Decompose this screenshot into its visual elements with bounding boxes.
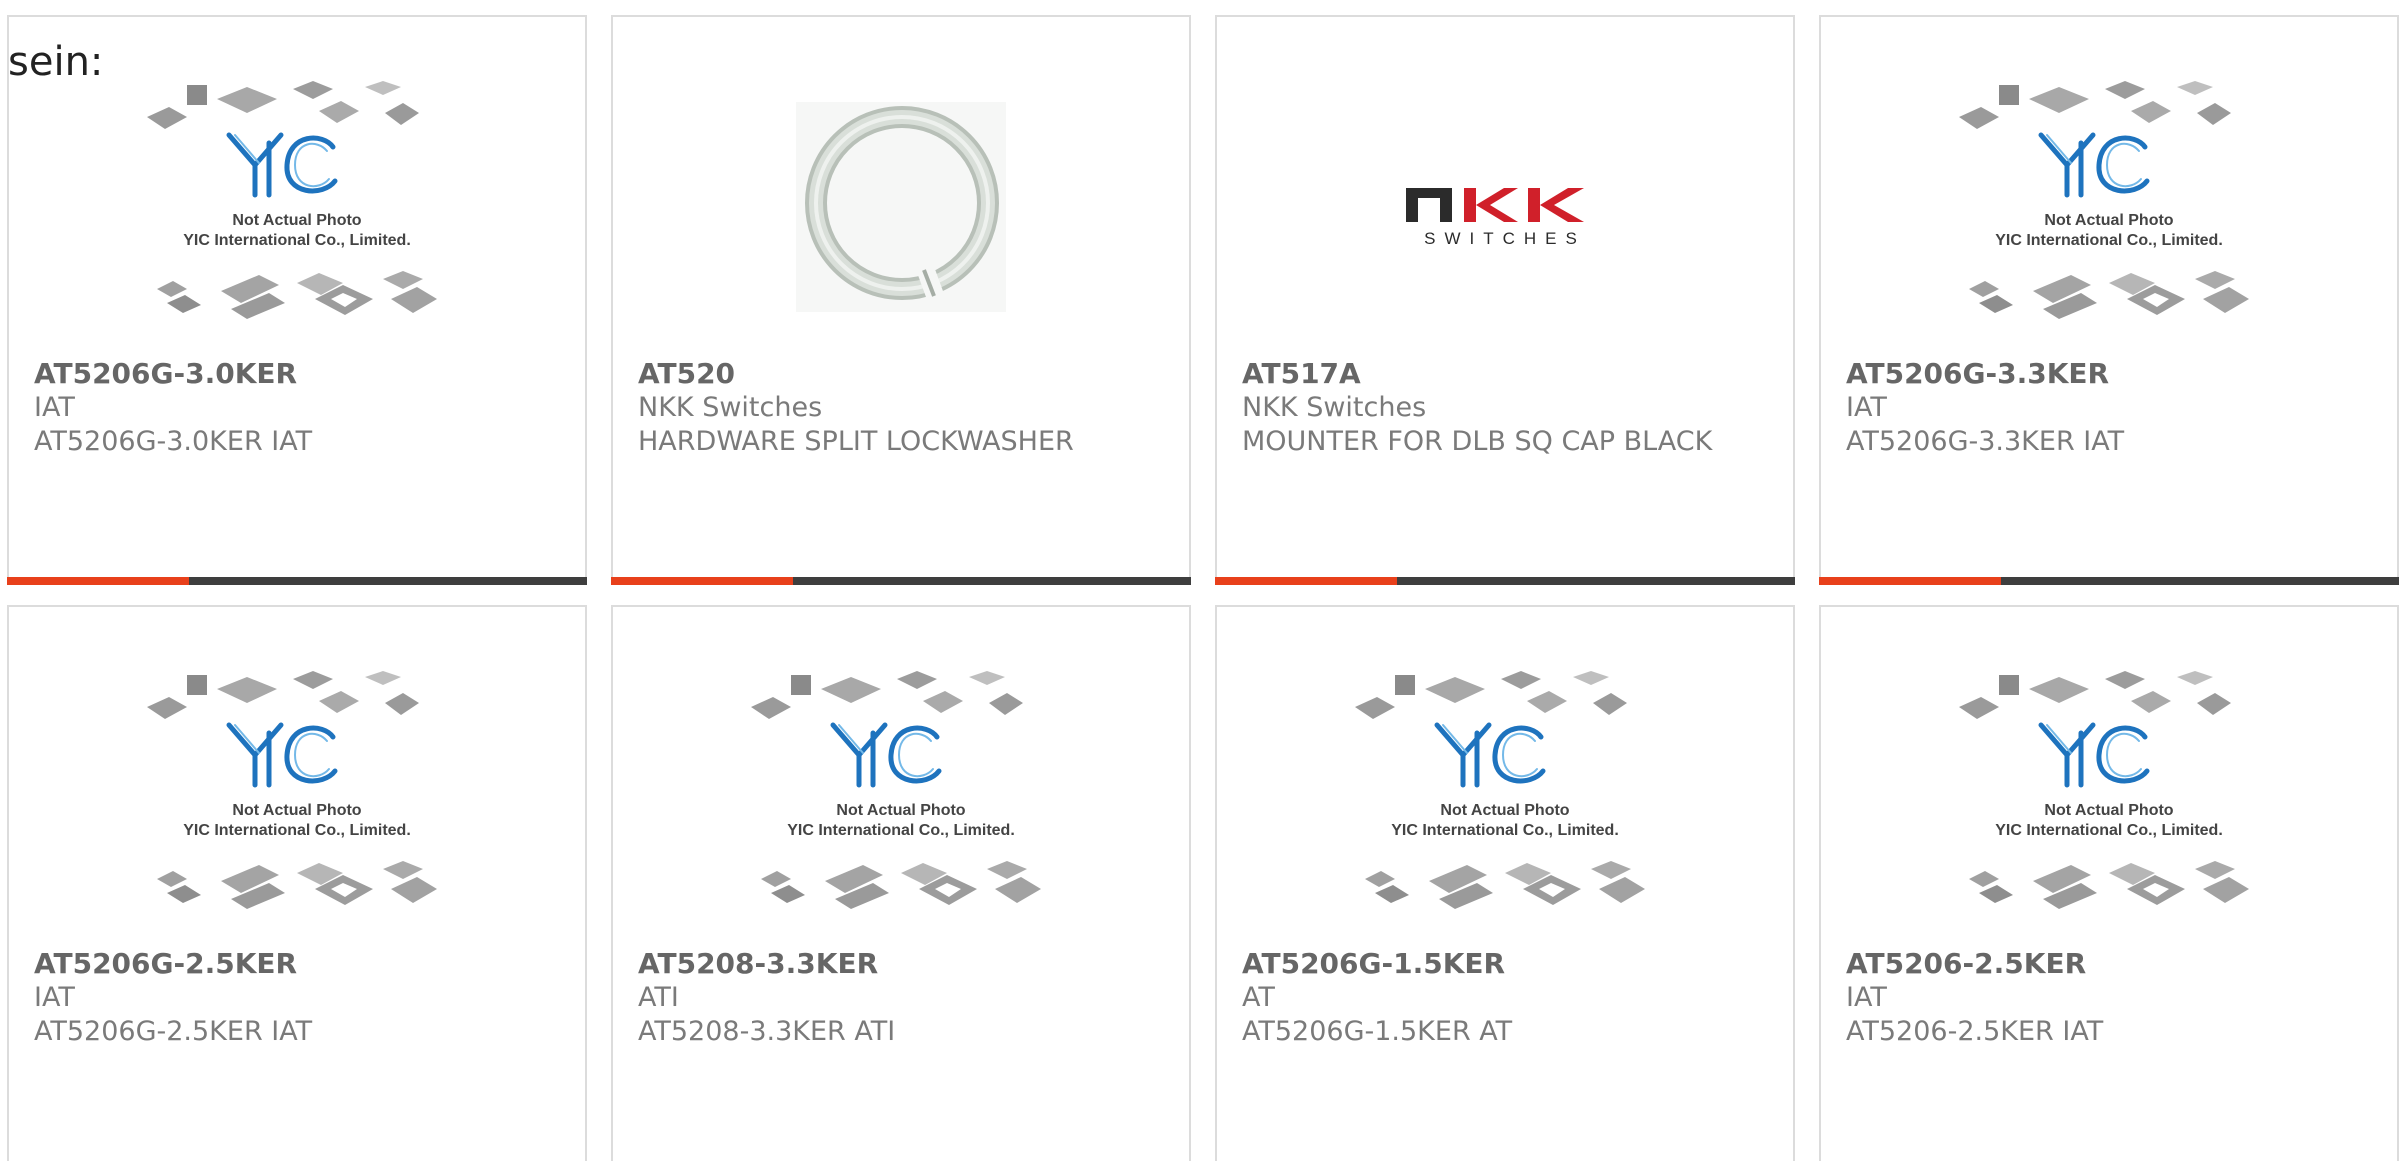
product-info: AT5206-2.5KER IAT AT5206-2.5KER IAT [1846, 947, 2366, 1049]
product-image[interactable]: Not Actual Photo YIC International Co., … [9, 57, 585, 357]
nkk-logo-subtitle: SWITCHES [1424, 229, 1586, 248]
card-bar-accent [7, 577, 189, 585]
yic-placeholder-icon: Not Actual Photo YIC International Co., … [1959, 77, 2259, 337]
placeholder-caption-2: YIC International Co., Limited. [1391, 822, 1619, 839]
placeholder-caption-1: Not Actual Photo [1440, 802, 1569, 819]
product-info: AT5206G-3.3KER IAT AT5206G-3.3KER IAT [1846, 357, 2366, 459]
card-bottom-bar [1819, 577, 2399, 585]
card-bar-accent [611, 577, 793, 585]
placeholder-caption-2: YIC International Co., Limited. [787, 822, 1015, 839]
product-card[interactable]: Not Actual Photo YIC International Co., … [611, 605, 1191, 1161]
placeholder-caption-1: Not Actual Photo [2044, 212, 2173, 229]
product-info: AT517A NKK Switches MOUNTER FOR DLB SQ C… [1242, 357, 1762, 459]
product-part-number[interactable]: AT5206-2.5KER [1846, 947, 2366, 981]
product-info: AT5206G-1.5KER AT AT5206G-1.5KER AT [1242, 947, 1762, 1049]
product-part-number[interactable]: AT5206G-3.3KER [1846, 357, 2366, 391]
product-description: AT5206G-3.0KER IAT [34, 426, 313, 457]
product-manufacturer: ATI [638, 982, 679, 1013]
product-part-number[interactable]: AT517A [1242, 357, 1762, 391]
placeholder-caption-1: Not Actual Photo [2044, 802, 2173, 819]
product-description: AT5206G-3.3KER IAT [1846, 426, 2125, 457]
card-bar-accent [1819, 577, 2001, 585]
placeholder-caption-2: YIC International Co., Limited. [183, 822, 411, 839]
product-image[interactable]: Not Actual Photo YIC International Co., … [1821, 57, 2397, 357]
product-manufacturer: NKK Switches [1242, 392, 1427, 423]
product-description: HARDWARE SPLIT LOCKWASHER [638, 426, 1074, 457]
placeholder-caption-1: Not Actual Photo [232, 212, 361, 229]
product-manufacturer: IAT [1846, 392, 1887, 423]
product-image[interactable]: Not Actual Photo YIC International Co., … [1821, 647, 2397, 947]
product-card[interactable]: Not Actual Photo YIC International Co., … [7, 15, 587, 585]
card-bottom-bar [7, 577, 587, 585]
product-image[interactable]: Not Actual Photo YIC International Co., … [613, 647, 1189, 947]
product-info: AT5206G-3.0KER IAT AT5206G-3.0KER IAT [34, 357, 554, 459]
product-part-number[interactable]: AT5206G-3.0KER [34, 357, 554, 391]
product-card[interactable]: Not Actual Photo YIC International Co., … [1819, 605, 2399, 1161]
product-description: AT5206G-2.5KER IAT [34, 1016, 313, 1047]
product-description: AT5206G-1.5KER AT [1242, 1016, 1513, 1047]
product-card[interactable]: Not Actual Photo YIC International Co., … [1215, 605, 1795, 1161]
yic-placeholder-icon: Not Actual Photo YIC International Co., … [1355, 667, 1655, 927]
product-grid-page: sein: Not Actual Photo YIC International… [0, 0, 2400, 1161]
product-description: AT5206-2.5KER IAT [1846, 1016, 2104, 1047]
placeholder-caption-2: YIC International Co., Limited. [1995, 232, 2223, 249]
product-manufacturer: NKK Switches [638, 392, 823, 423]
product-image[interactable]: SWITCHES [1217, 57, 1793, 357]
product-manufacturer: AT [1242, 982, 1275, 1013]
product-info: AT5206G-2.5KER IAT AT5206G-2.5KER IAT [34, 947, 554, 1049]
product-description: MOUNTER FOR DLB SQ CAP BLACK [1242, 426, 1713, 457]
card-bottom-bar [611, 577, 1191, 585]
card-bottom-bar [1215, 577, 1795, 585]
nkk-logo-icon: SWITCHES [1406, 188, 1586, 248]
yic-placeholder-icon: Not Actual Photo YIC International Co., … [1959, 667, 2259, 927]
product-card[interactable]: AT520 NKK Switches HARDWARE SPLIT LOCKWA… [611, 15, 1191, 585]
yic-placeholder-icon: Not Actual Photo YIC International Co., … [147, 667, 447, 927]
product-part-number[interactable]: AT520 [638, 357, 1158, 391]
placeholder-caption-2: YIC International Co., Limited. [1995, 822, 2223, 839]
intro-text: sein: [8, 39, 104, 85]
product-card[interactable]: SWITCHES AT517A NKK Switches MOUNTER FOR… [1215, 15, 1795, 585]
lockwasher-photo-icon [796, 102, 1006, 312]
product-image[interactable]: Not Actual Photo YIC International Co., … [9, 647, 585, 947]
placeholder-caption-1: Not Actual Photo [232, 802, 361, 819]
product-manufacturer: IAT [34, 982, 75, 1013]
product-image[interactable] [613, 57, 1189, 357]
product-info: AT520 NKK Switches HARDWARE SPLIT LOCKWA… [638, 357, 1158, 459]
card-bar-accent [1215, 577, 1397, 585]
placeholder-caption-2: YIC International Co., Limited. [183, 232, 411, 249]
placeholder-caption-1: Not Actual Photo [836, 802, 965, 819]
product-manufacturer: IAT [34, 392, 75, 423]
product-part-number[interactable]: AT5206G-1.5KER [1242, 947, 1762, 981]
product-manufacturer: IAT [1846, 982, 1887, 1013]
product-image[interactable]: Not Actual Photo YIC International Co., … [1217, 647, 1793, 947]
product-part-number[interactable]: AT5206G-2.5KER [34, 947, 554, 981]
product-part-number[interactable]: AT5208-3.3KER [638, 947, 1158, 981]
product-card[interactable]: Not Actual Photo YIC International Co., … [7, 605, 587, 1161]
product-card[interactable]: Not Actual Photo YIC International Co., … [1819, 15, 2399, 585]
product-description: AT5208-3.3KER ATI [638, 1016, 896, 1047]
yic-placeholder-icon: Not Actual Photo YIC International Co., … [751, 667, 1051, 927]
product-info: AT5208-3.3KER ATI AT5208-3.3KER ATI [638, 947, 1158, 1049]
yic-placeholder-icon: Not Actual Photo YIC International Co., … [147, 77, 447, 337]
